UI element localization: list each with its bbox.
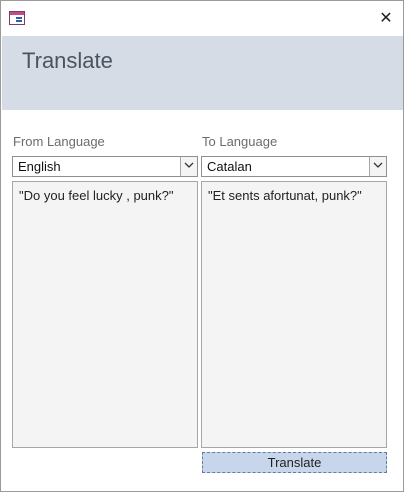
from-language-label: From Language bbox=[13, 134, 105, 149]
page-title: Translate bbox=[22, 48, 113, 73]
to-language-value: Catalan bbox=[207, 159, 252, 174]
form-header: Translate bbox=[2, 36, 403, 110]
source-text-box[interactable]: "Do you feel lucky , punk?" bbox=[12, 181, 198, 448]
close-icon[interactable]: ✕ bbox=[375, 8, 397, 28]
chevron-down-icon[interactable] bbox=[369, 157, 386, 176]
source-text: "Do you feel lucky , punk?" bbox=[19, 188, 174, 203]
to-language-label: To Language bbox=[202, 134, 278, 149]
chevron-down-icon[interactable] bbox=[180, 157, 197, 176]
title-bar: ✕ bbox=[1, 1, 403, 35]
translate-form-window: ✕ Translate From Language To Language En… bbox=[0, 0, 404, 492]
translated-text: "Et sents afortunat, punk?" bbox=[208, 188, 362, 203]
from-language-value: English bbox=[18, 159, 61, 174]
translate-button[interactable]: Translate bbox=[202, 452, 387, 473]
form-icon bbox=[9, 11, 25, 25]
to-language-select[interactable]: Catalan bbox=[201, 156, 387, 177]
from-language-select[interactable]: English bbox=[12, 156, 198, 177]
translated-text-box[interactable]: "Et sents afortunat, punk?" bbox=[201, 181, 387, 448]
